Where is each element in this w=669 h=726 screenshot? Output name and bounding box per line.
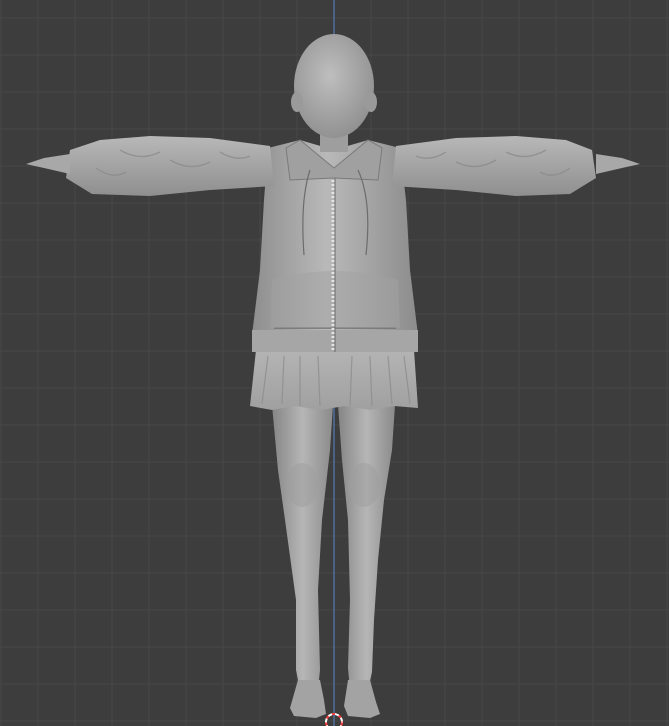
left-foot: [290, 680, 326, 718]
left-hand: [26, 154, 70, 174]
left-ear: [291, 92, 303, 112]
head: [291, 34, 377, 152]
skirt: [250, 350, 418, 410]
right-ear: [365, 92, 377, 112]
right-knee: [348, 463, 380, 507]
viewport-canvas[interactable]: [0, 0, 669, 726]
right-hand: [596, 154, 640, 174]
hoodie-torso: [252, 139, 418, 352]
head-shape: [294, 34, 374, 138]
3d-viewport[interactable]: [0, 0, 669, 726]
left-knee: [286, 463, 318, 507]
skirt-body: [250, 350, 418, 410]
left-sleeve: [66, 136, 274, 196]
right-foot: [344, 680, 380, 718]
right-sleeve: [392, 136, 596, 196]
character-model[interactable]: [26, 34, 640, 718]
